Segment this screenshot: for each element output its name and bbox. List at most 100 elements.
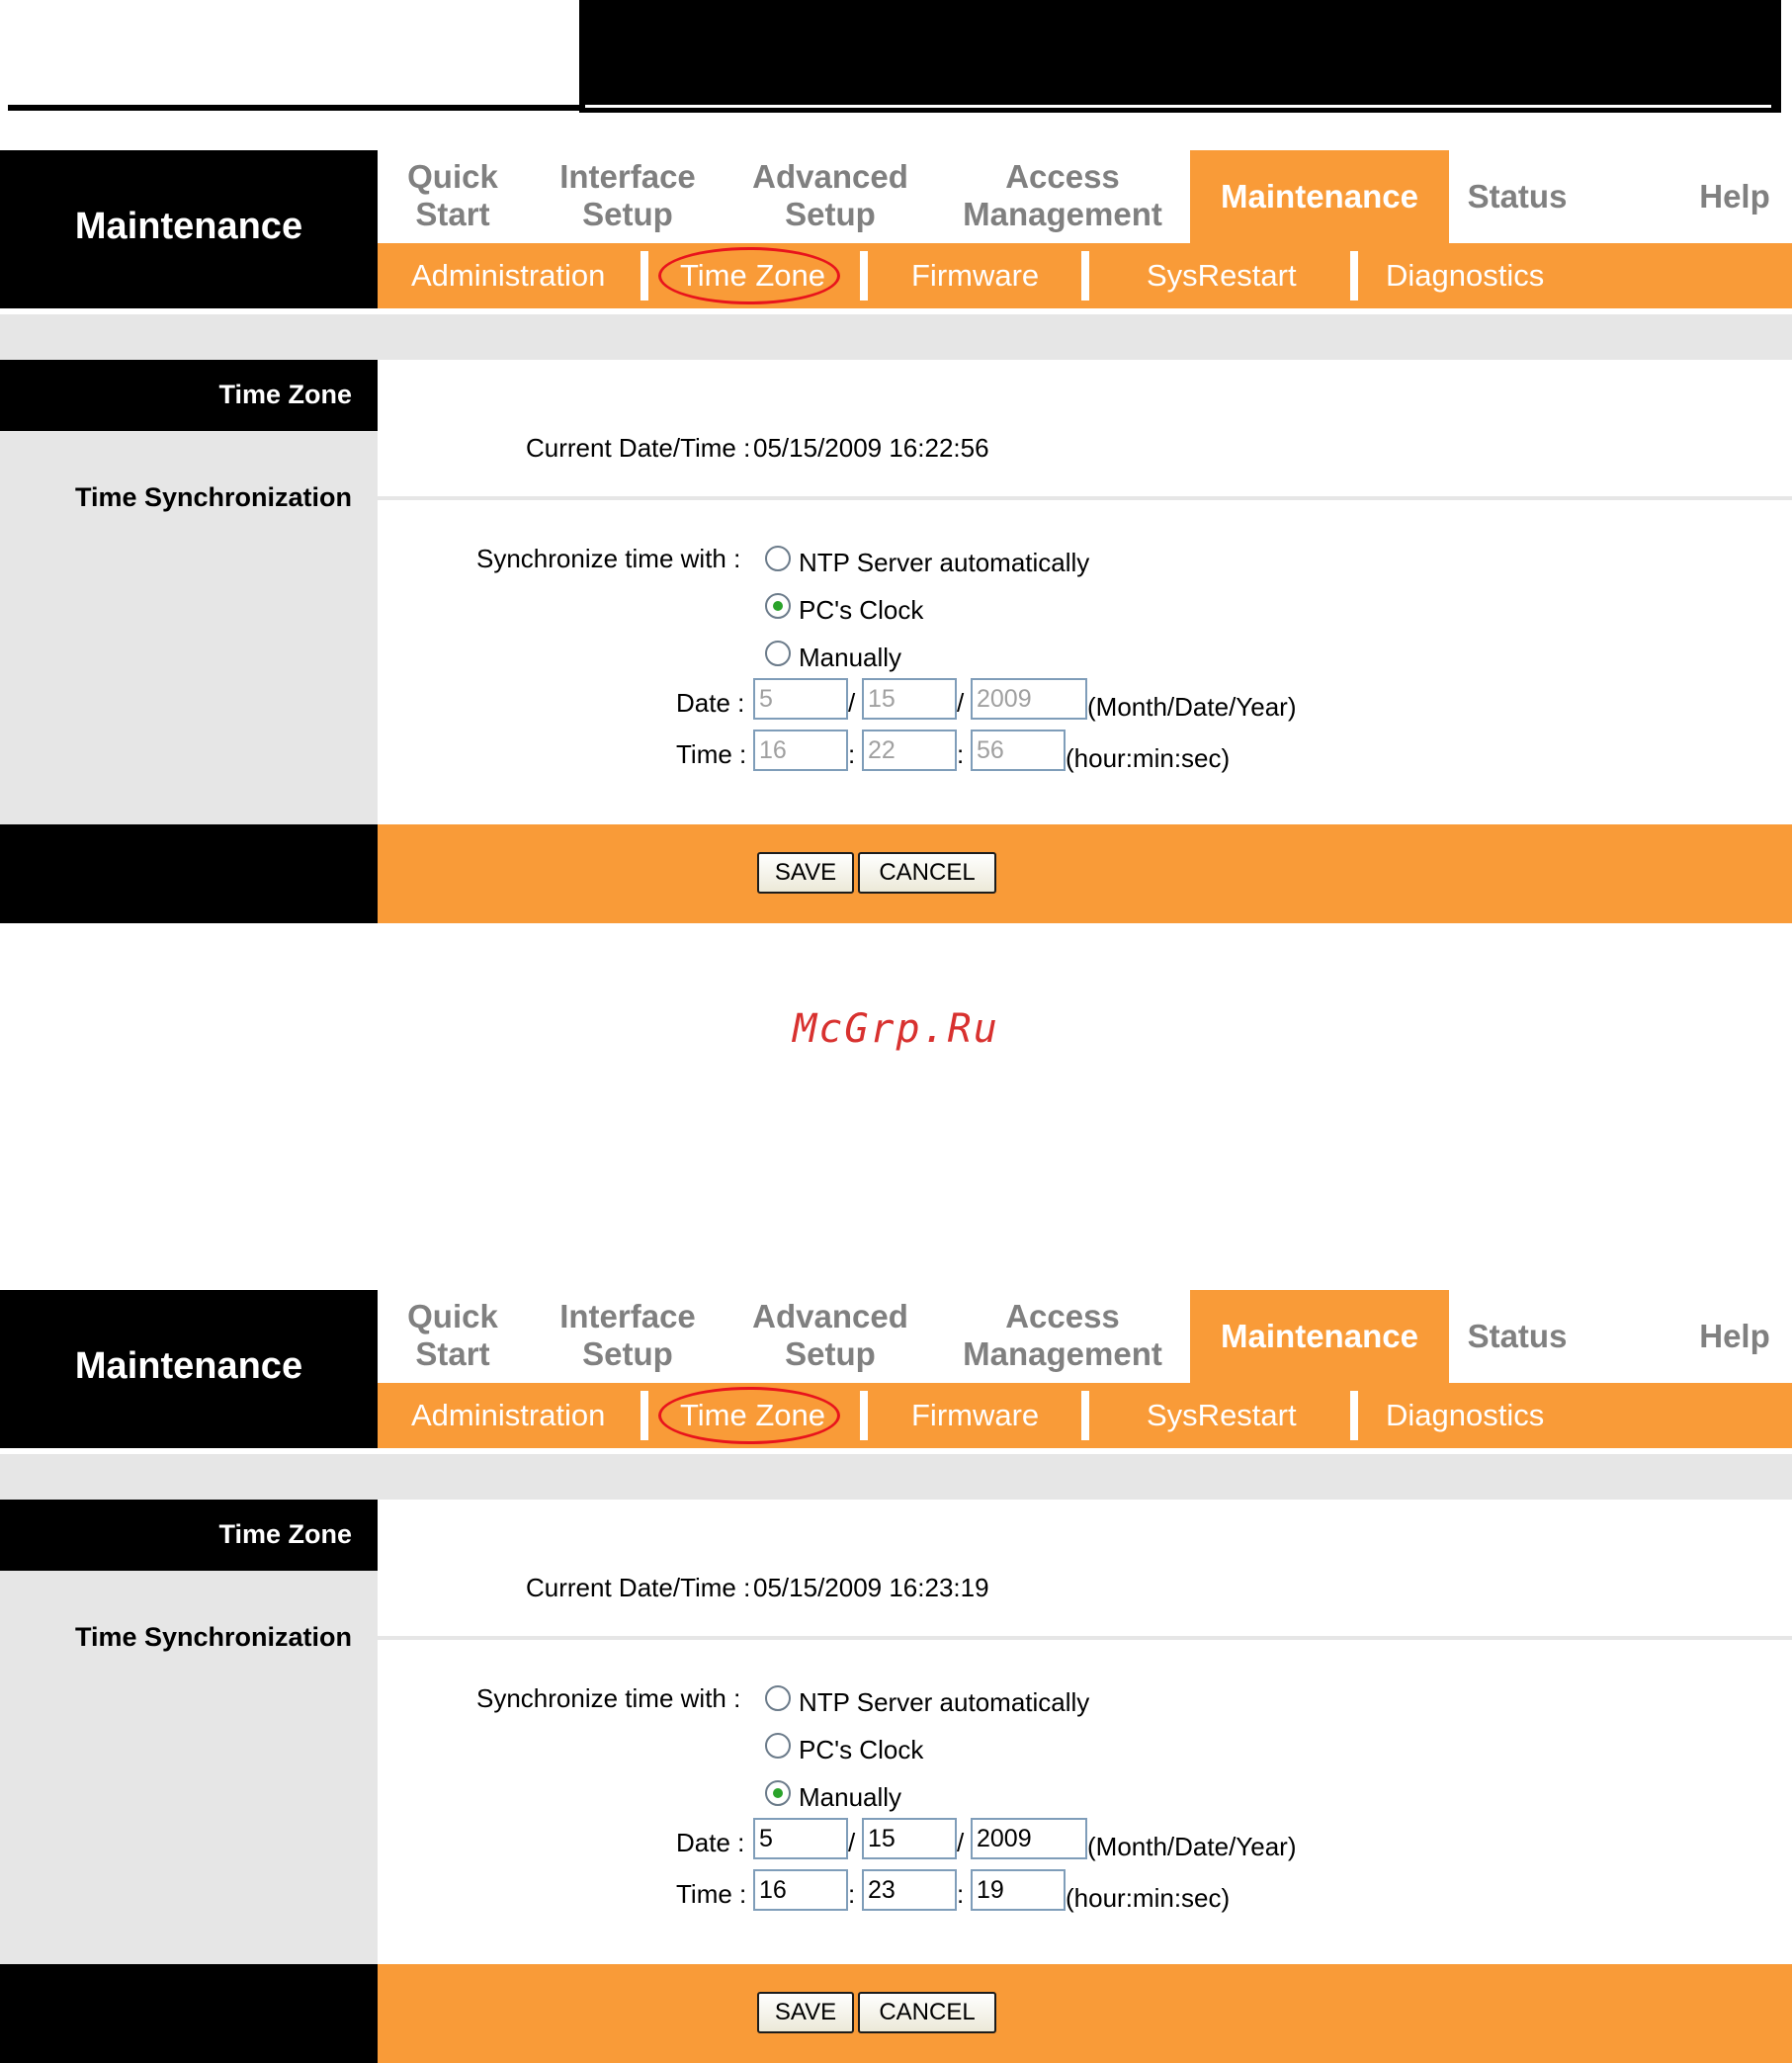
current-datetime-value: 05/15/2009 16:22:56 bbox=[753, 433, 989, 463]
router-panel-1: Maintenance Quick Start Interface Setup … bbox=[0, 150, 1792, 923]
menu-label: Status bbox=[1467, 178, 1568, 215]
time-min-input[interactable] bbox=[862, 730, 957, 771]
app-title: Maintenance bbox=[74, 206, 303, 247]
highlight-circle bbox=[658, 247, 840, 304]
menu-advanced-setup[interactable]: Advanced Setup bbox=[751, 158, 909, 233]
footer-bar: SAVE CANCEL bbox=[378, 824, 1792, 923]
date-separator: / bbox=[957, 1828, 965, 1857]
date-separator: / bbox=[848, 688, 856, 718]
radio-pc-clock-label: PC's Clock bbox=[799, 1735, 924, 1764]
submenu-firmware[interactable]: Firmware bbox=[911, 243, 1039, 308]
menu-interface-setup[interactable]: Interface Setup bbox=[554, 158, 702, 233]
time-label: Time : bbox=[676, 1879, 747, 1909]
radio-ntp-server[interactable] bbox=[765, 546, 791, 571]
date-separator: / bbox=[848, 1828, 856, 1857]
menu-maintenance[interactable]: Maintenance bbox=[1190, 1290, 1449, 1383]
app-title: Maintenance bbox=[74, 1345, 303, 1387]
submenu-separator bbox=[1081, 1391, 1089, 1440]
current-datetime-label: Current Date/Time : bbox=[526, 1573, 751, 1602]
sync-with-label: Synchronize time with : bbox=[476, 1683, 741, 1713]
submenu-diagnostics[interactable]: Diagnostics bbox=[1386, 243, 1544, 308]
radio-pc-clock[interactable] bbox=[765, 1733, 791, 1759]
menu-maintenance[interactable]: Maintenance bbox=[1190, 150, 1449, 243]
submenu-administration[interactable]: Administration bbox=[411, 243, 605, 308]
sync-with-label: Synchronize time with : bbox=[476, 544, 741, 573]
date-format-hint: (Month/Date/Year) bbox=[1087, 692, 1297, 722]
date-month-input[interactable] bbox=[753, 678, 848, 720]
submenu-separator bbox=[640, 251, 648, 301]
menu-access-management[interactable]: Access Management bbox=[954, 158, 1171, 233]
menu-quick-start[interactable]: Quick Start bbox=[393, 158, 512, 233]
date-format-hint: (Month/Date/Year) bbox=[1087, 1832, 1297, 1861]
menu-advanced-setup[interactable]: Advanced Setup bbox=[751, 1298, 909, 1373]
save-button[interactable]: SAVE bbox=[757, 852, 854, 894]
menu-label: Help bbox=[1699, 1318, 1770, 1354]
time-hour-input[interactable] bbox=[753, 1869, 848, 1911]
radio-ntp-label: NTP Server automatically bbox=[799, 548, 1090, 577]
date-day-input[interactable] bbox=[862, 1818, 957, 1859]
time-separator: : bbox=[957, 739, 965, 769]
router-panel-2: Maintenance Quick Start Interface Setup … bbox=[0, 1290, 1792, 2063]
submenu-sysrestart[interactable]: SysRestart bbox=[1147, 1383, 1297, 1448]
submenu-firmware[interactable]: Firmware bbox=[911, 1383, 1039, 1448]
footer-bar: SAVE CANCEL bbox=[378, 1964, 1792, 2063]
time-sec-input[interactable] bbox=[971, 1869, 1066, 1911]
menu-quick-start[interactable]: Quick Start bbox=[393, 1298, 512, 1373]
date-day-input[interactable] bbox=[862, 678, 957, 720]
section-header-time-zone: Time Zone bbox=[0, 1500, 378, 1571]
radio-pc-clock[interactable] bbox=[765, 593, 791, 619]
time-separator: : bbox=[848, 1879, 856, 1909]
section-title: Time Zone bbox=[218, 1519, 352, 1549]
radio-manually[interactable] bbox=[765, 641, 791, 666]
spacer-band bbox=[0, 1454, 1792, 1500]
header-rule bbox=[585, 105, 1771, 108]
cancel-button[interactable]: CANCEL bbox=[858, 1992, 996, 2033]
menu-label: Help bbox=[1699, 178, 1770, 215]
time-sec-input[interactable] bbox=[971, 730, 1066, 771]
menu-help[interactable]: Help bbox=[1680, 1318, 1789, 1355]
date-separator: / bbox=[957, 688, 965, 718]
header-underline bbox=[8, 105, 581, 111]
menu-interface-setup[interactable]: Interface Setup bbox=[554, 1298, 702, 1373]
time-format-hint: (hour:min:sec) bbox=[1066, 1883, 1231, 1913]
divider bbox=[378, 1636, 1792, 1640]
menu-help[interactable]: Help bbox=[1680, 178, 1789, 215]
time-label: Time : bbox=[676, 739, 747, 769]
divider bbox=[378, 496, 1792, 500]
date-year-input[interactable] bbox=[971, 678, 1087, 720]
radio-manually[interactable] bbox=[765, 1780, 791, 1806]
current-datetime-label: Current Date/Time : bbox=[526, 433, 751, 463]
menu-status[interactable]: Status bbox=[1453, 178, 1581, 215]
radio-manually-label: Manually bbox=[799, 643, 902, 672]
submenu-separator bbox=[860, 1391, 868, 1440]
date-label: Date : bbox=[676, 1828, 745, 1857]
submenu-separator bbox=[640, 1391, 648, 1440]
submenu-administration[interactable]: Administration bbox=[411, 1383, 605, 1448]
submenu-diagnostics[interactable]: Diagnostics bbox=[1386, 1383, 1544, 1448]
footer-left-block bbox=[0, 1964, 378, 2063]
radio-ntp-server[interactable] bbox=[765, 1685, 791, 1711]
time-hour-input[interactable] bbox=[753, 730, 848, 771]
menu-label: Access Management bbox=[963, 158, 1162, 232]
date-year-input[interactable] bbox=[971, 1818, 1087, 1859]
submenu-sysrestart[interactable]: SysRestart bbox=[1147, 243, 1297, 308]
section-label-time-sync: Time Synchronization bbox=[74, 1622, 352, 1652]
cancel-button[interactable]: CANCEL bbox=[858, 852, 996, 894]
menu-status[interactable]: Status bbox=[1453, 1318, 1581, 1355]
radio-pc-clock-label: PC's Clock bbox=[799, 595, 924, 625]
menu-label: Interface Setup bbox=[559, 158, 696, 232]
section-header-time-zone: Time Zone bbox=[0, 360, 378, 431]
section-label-time-sync: Time Synchronization bbox=[74, 482, 352, 512]
date-month-input[interactable] bbox=[753, 1818, 848, 1859]
highlight-circle bbox=[658, 1387, 840, 1444]
section-title: Time Zone bbox=[218, 380, 352, 409]
current-datetime-value: 05/15/2009 16:23:19 bbox=[753, 1573, 989, 1602]
save-button[interactable]: SAVE bbox=[757, 1992, 854, 2033]
submenu-separator bbox=[1350, 1391, 1358, 1440]
radio-ntp-label: NTP Server automatically bbox=[799, 1687, 1090, 1717]
menu-label: Maintenance bbox=[1221, 1318, 1418, 1354]
time-format-hint: (hour:min:sec) bbox=[1066, 743, 1231, 773]
menu-access-management[interactable]: Access Management bbox=[954, 1298, 1171, 1373]
time-min-input[interactable] bbox=[862, 1869, 957, 1911]
watermark: McGrp.Ru bbox=[793, 1006, 999, 1052]
